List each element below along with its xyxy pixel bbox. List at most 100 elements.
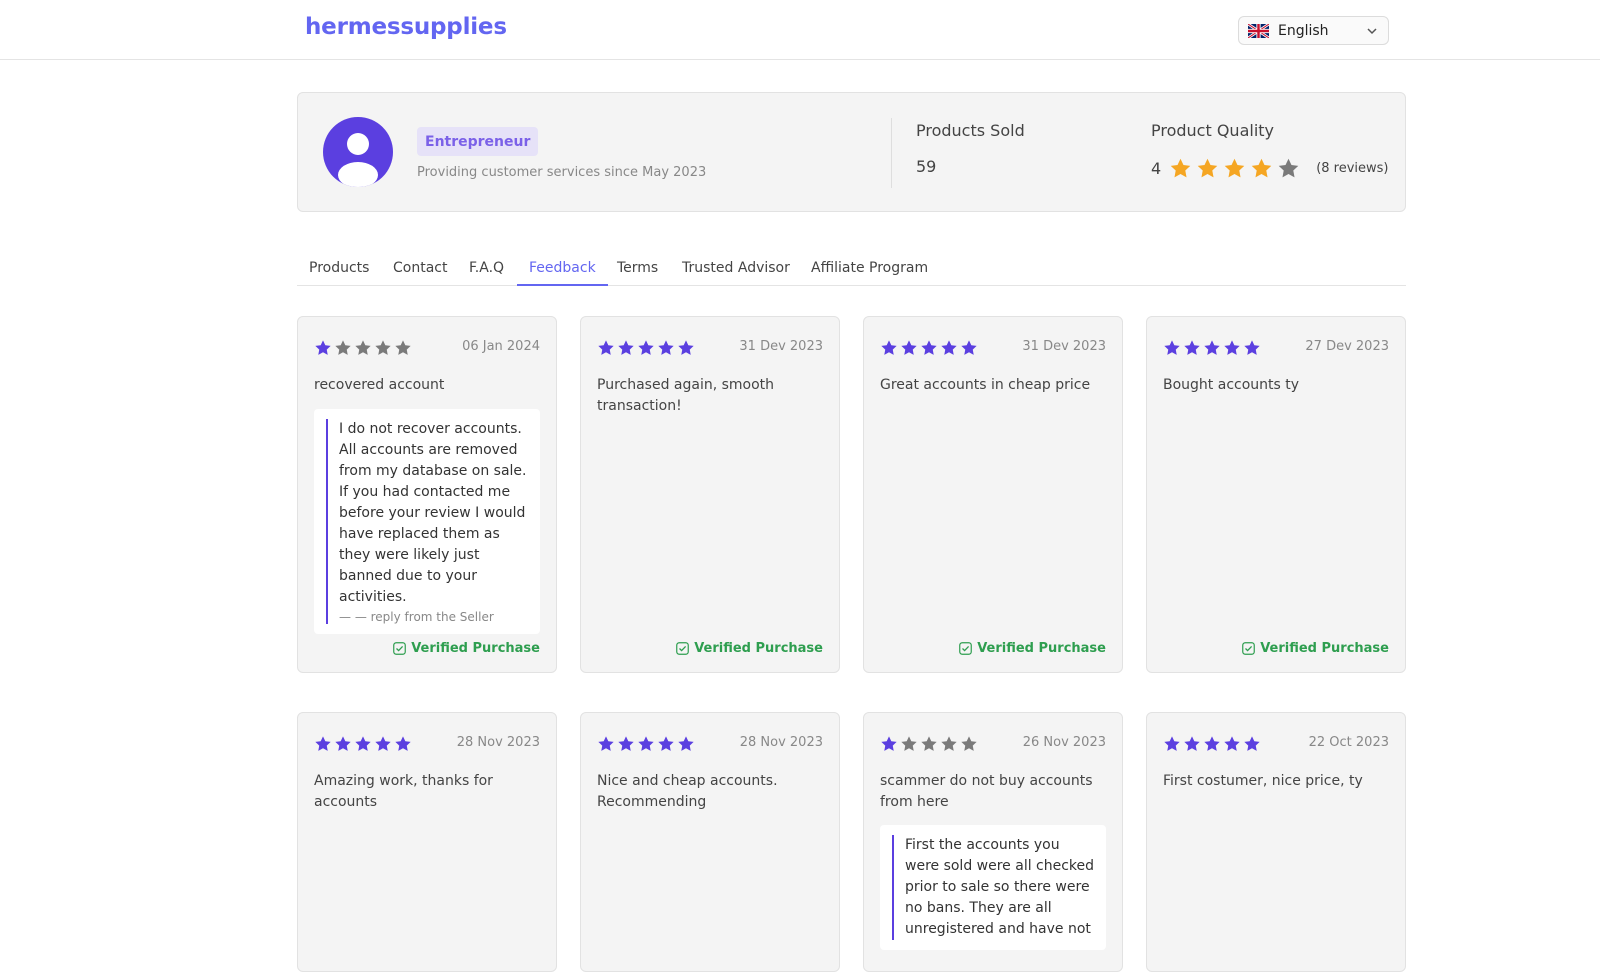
tab-feedback[interactable]: Feedback (517, 260, 608, 286)
language-select[interactable]: English (1238, 16, 1389, 45)
star-icon (355, 340, 371, 355)
products-sold-label: Products Sold (916, 121, 1025, 140)
star-icon (1204, 736, 1220, 751)
review-card: 26 Nov 2023 scammer do not buy accounts … (863, 712, 1123, 972)
verified-purchase-label: Verified Purchase (694, 641, 823, 656)
star-icon (1224, 736, 1240, 751)
review-text: Purchased again, smooth transaction! (597, 377, 775, 414)
star-icon (921, 736, 937, 751)
chevron-down-icon (1367, 28, 1377, 35)
star-icon (1244, 736, 1260, 751)
star-icon (335, 736, 351, 751)
star-icon (961, 340, 977, 355)
review-date: 27 Dev 2023 (1305, 339, 1389, 354)
review-date: 22 Oct 2023 (1308, 735, 1389, 750)
products-sold-value: 59 (916, 157, 937, 176)
review-text: Amazing work, thanks for accounts (314, 773, 493, 810)
verified-purchase-badge: Verified Purchase (1242, 641, 1389, 656)
review-text: scammer do not buy accounts from here (880, 773, 1093, 810)
seller-reply-attribution: — — reply from the Seller (339, 610, 494, 624)
star-icon (658, 340, 674, 355)
star-icon (375, 736, 391, 751)
star-icon (678, 736, 694, 751)
user-icon (338, 133, 378, 187)
check-square-icon (393, 642, 407, 655)
verified-purchase-label: Verified Purchase (977, 641, 1106, 656)
star-icon (395, 340, 411, 355)
tab-faq[interactable]: F.A.Q (469, 260, 504, 286)
review-stars (1163, 339, 1263, 357)
seller-profile-card: Entrepreneur Providing customer services… (297, 92, 1406, 212)
tab-terms[interactable]: Terms (617, 260, 658, 286)
seller-reply: I do not recover accounts. All accounts … (314, 409, 540, 634)
tab-trusted-advisor[interactable]: Trusted Advisor (682, 260, 790, 286)
verified-purchase-label: Verified Purchase (1260, 641, 1389, 656)
check-square-icon (1242, 642, 1256, 655)
star-icon (921, 340, 937, 355)
language-label: English (1278, 22, 1329, 39)
star-icon (1204, 340, 1220, 355)
review-stars (314, 339, 414, 357)
star-icon (1224, 340, 1240, 355)
star-icon (901, 736, 917, 751)
seller-reply: First the accounts you were sold were al… (880, 825, 1106, 950)
star-icon (1164, 736, 1180, 751)
star-icon (315, 736, 331, 751)
star-icon (941, 736, 957, 751)
star-icon (1244, 340, 1260, 355)
star-icon (335, 340, 351, 355)
product-quality-label: Product Quality (1151, 121, 1275, 140)
review-date: 26 Nov 2023 (1022, 735, 1106, 750)
review-text: First costumer, nice price, ty (1163, 773, 1363, 789)
brand-logo[interactable]: hermessupplies (305, 14, 507, 40)
review-stars (314, 735, 414, 753)
star-icon (598, 340, 614, 355)
review-date: 28 Nov 2023 (456, 735, 540, 750)
uk-flag-icon (1248, 23, 1269, 38)
seller-tabs: Products Contact F.A.Q Feedback Terms Tr… (297, 252, 1406, 286)
top-bar: hermessupplies English (0, 0, 1600, 60)
star-icon (1251, 158, 1272, 178)
review-count[interactable]: (8 reviews) (1316, 161, 1388, 176)
star-icon (315, 340, 331, 355)
star-icon (618, 736, 634, 751)
tab-contact[interactable]: Contact (393, 260, 447, 286)
product-quality-rating: 4 (8 reviews) (1151, 157, 1389, 180)
star-icon (355, 736, 371, 751)
star-icon (638, 340, 654, 355)
star-icon (1184, 736, 1200, 751)
verified-purchase-badge: Verified Purchase (676, 641, 823, 656)
star-icon (941, 340, 957, 355)
tab-affiliate-program[interactable]: Affiliate Program (811, 260, 928, 286)
review-card: 28 Nov 2023 Amazing work, thanks for acc… (297, 712, 557, 972)
review-text: Bought accounts ty (1163, 377, 1300, 393)
review-date: 31 Dev 2023 (1022, 339, 1106, 354)
review-stars (1163, 735, 1263, 753)
verified-purchase-label: Verified Purchase (411, 641, 540, 656)
seller-reply-text: I do not recover accounts. All accounts … (339, 421, 527, 605)
star-icon (658, 736, 674, 751)
star-icon (618, 340, 634, 355)
star-icon (598, 736, 614, 751)
tab-products[interactable]: Products (309, 260, 369, 286)
review-card: 31 Dev 2023 Purchased again, smooth tran… (580, 316, 840, 673)
star-icon (1184, 340, 1200, 355)
star-icon (881, 340, 897, 355)
star-icon (901, 340, 917, 355)
review-date: 06 Jan 2024 (462, 339, 540, 354)
star-icon (375, 340, 391, 355)
review-stars (597, 735, 697, 753)
review-date: 28 Nov 2023 (739, 735, 823, 750)
review-card: 28 Nov 2023 Nice and cheap accounts. Rec… (580, 712, 840, 972)
star-icon (1278, 158, 1299, 178)
service-since-text: Providing customer services since May 20… (417, 165, 707, 180)
role-badge: Entrepreneur (417, 127, 539, 156)
star-icon (678, 340, 694, 355)
quality-score: 4 (1151, 159, 1162, 178)
review-date: 31 Dev 2023 (739, 339, 823, 354)
verified-purchase-badge: Verified Purchase (959, 641, 1106, 656)
quality-stars (1169, 157, 1304, 180)
avatar (323, 117, 393, 187)
review-stars (597, 339, 697, 357)
star-icon (395, 736, 411, 751)
